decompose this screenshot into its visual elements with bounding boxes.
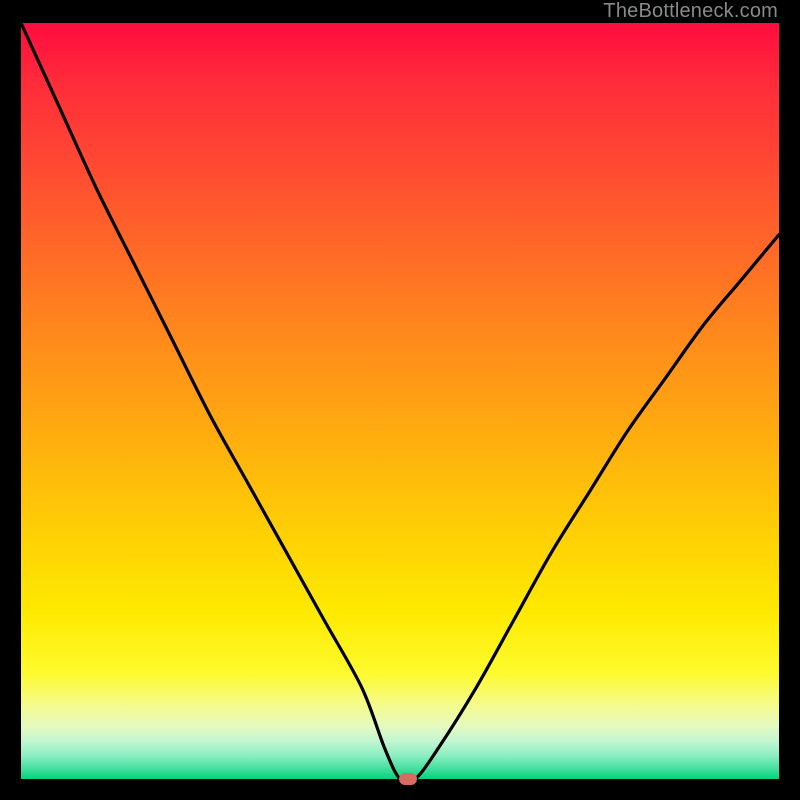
bottleneck-curve (21, 23, 779, 779)
minimum-marker (399, 773, 417, 785)
chart-frame: TheBottleneck.com (0, 0, 800, 800)
watermark-text: TheBottleneck.com (603, 0, 778, 23)
plot-area (21, 23, 779, 779)
